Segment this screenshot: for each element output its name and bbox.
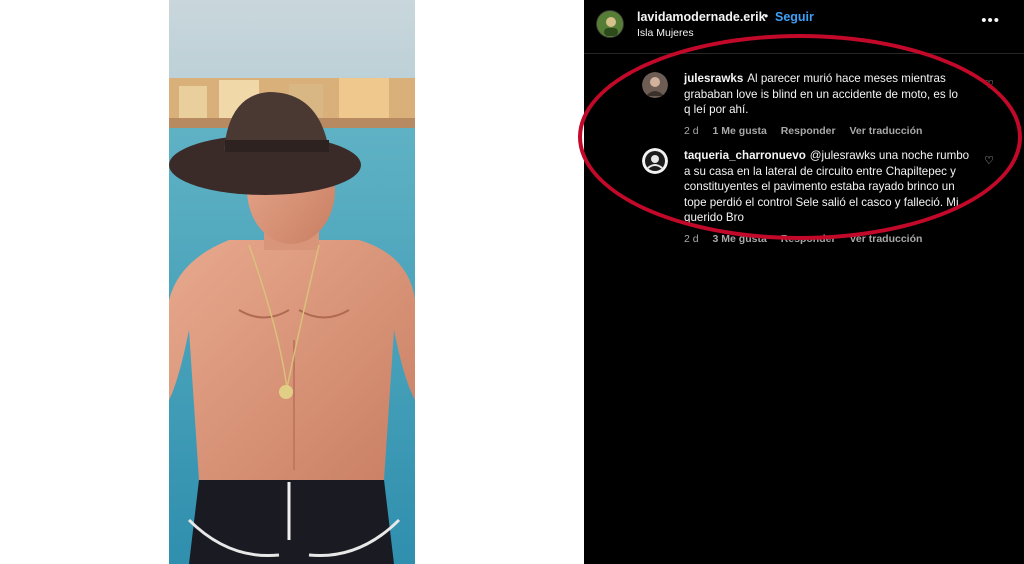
post-media-area — [0, 0, 584, 564]
post-header: lavidamodernade.erik • Seguir Isla Mujer… — [584, 0, 1024, 54]
post-photo[interactable] — [169, 0, 415, 564]
separator-dot: • — [764, 9, 769, 23]
commenter-avatar-icon — [642, 72, 668, 98]
post-location[interactable]: Isla Mujeres — [637, 27, 694, 39]
reply-button[interactable]: Responder — [781, 233, 836, 245]
follow-button[interactable]: Seguir — [775, 10, 814, 24]
see-translation-button[interactable]: Ver traducción — [849, 233, 922, 245]
comment-time[interactable]: 2 d — [684, 125, 699, 137]
like-comment-heart-icon[interactable]: ♡ — [984, 154, 994, 167]
more-options-icon[interactable]: ••• — [981, 12, 1000, 29]
comment-avatar[interactable] — [642, 72, 668, 98]
comment-meta: 2 d 1 Me gusta Responder Ver traducción — [684, 125, 966, 137]
photo-illustration — [169, 0, 415, 564]
commenter-avatar-icon — [642, 148, 668, 174]
author-username[interactable]: lavidamodernade.erik — [637, 10, 766, 24]
author-avatar-icon — [597, 11, 623, 37]
comment-meta: 2 d 3 Me gusta Responder Ver traducción — [684, 233, 970, 245]
comment-likes[interactable]: 3 Me gusta — [713, 233, 767, 245]
see-translation-button[interactable]: Ver traducción — [849, 125, 922, 137]
comment-avatar[interactable] — [642, 148, 668, 174]
comment-username[interactable]: taqueria_charronuevo — [684, 149, 806, 162]
reply-button[interactable]: Responder — [781, 125, 836, 137]
post-panel: lavidamodernade.erik • Seguir Isla Mujer… — [584, 0, 1024, 564]
like-comment-heart-icon[interactable]: ♡ — [984, 78, 994, 91]
author-avatar[interactable] — [596, 10, 624, 38]
comment-item: julesrawks Al parecer murió hace meses mi… — [684, 71, 966, 137]
comment-item: taqueria_charronuevo @julesrawks una noch… — [684, 148, 970, 245]
comment-likes[interactable]: 1 Me gusta — [713, 125, 767, 137]
comment-time[interactable]: 2 d — [684, 233, 699, 245]
comment-username[interactable]: julesrawks — [684, 72, 743, 85]
